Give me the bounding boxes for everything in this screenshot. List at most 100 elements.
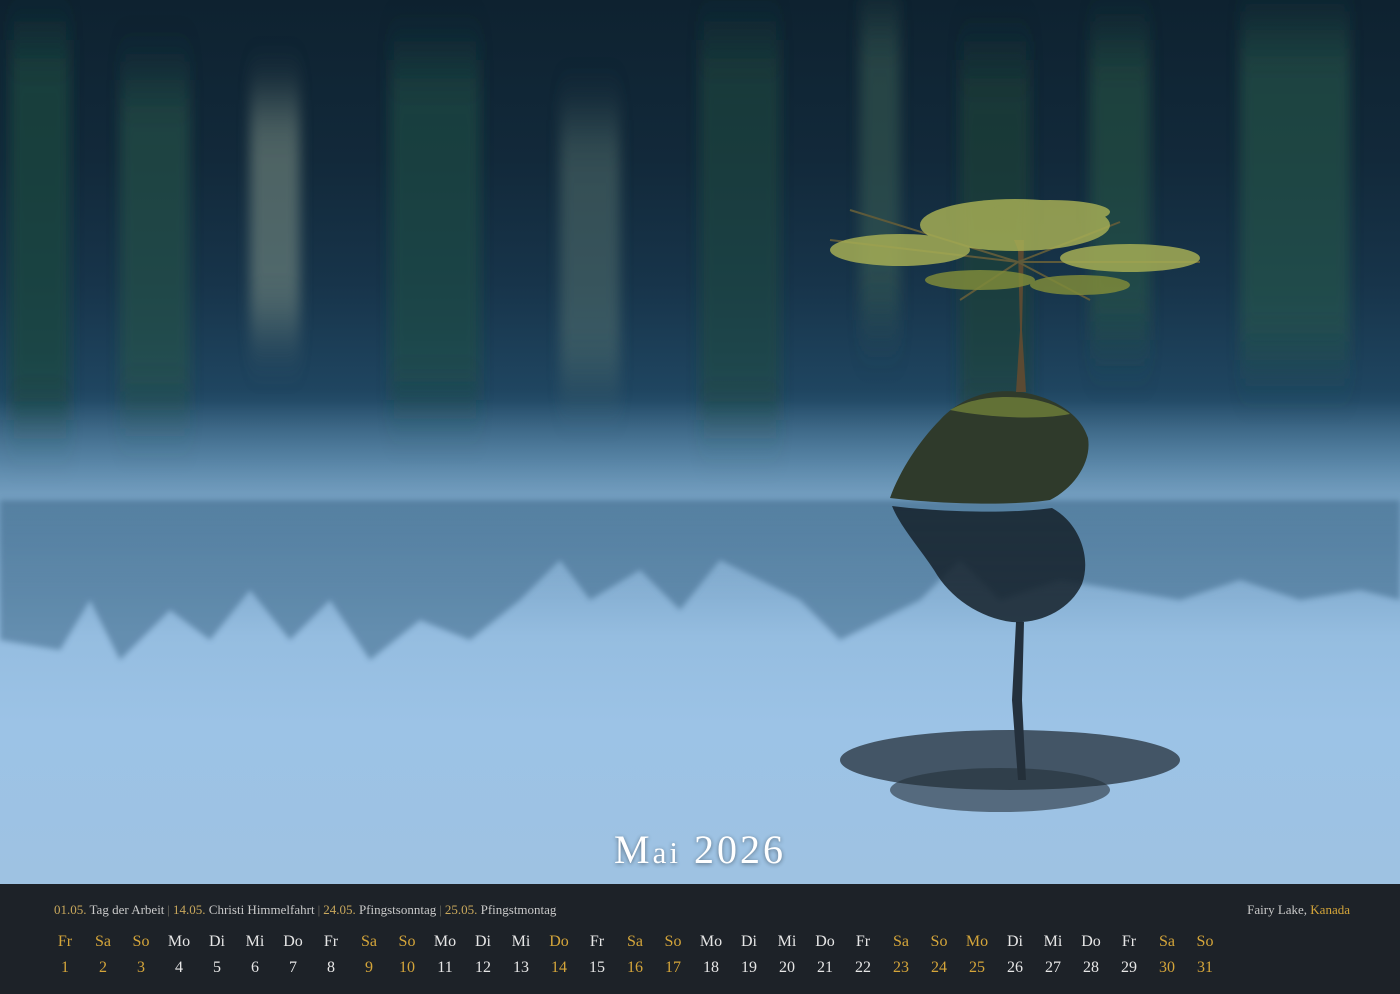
- weekday-label: Di: [741, 933, 757, 950]
- holiday-date: 25.05.: [444, 902, 478, 917]
- treeline-reflection: [0, 500, 1400, 660]
- holiday-date: 24.05.: [323, 902, 356, 917]
- weekday-label: So: [930, 933, 948, 950]
- lake-scene: [0, 20, 1400, 812]
- location-place: Fairy Lake,: [1247, 902, 1308, 917]
- day-column: Mi 13: [502, 932, 540, 978]
- lake-photo: Mai 2026: [0, 0, 1400, 884]
- day-number: 13: [513, 959, 529, 976]
- holiday-date: 14.05.: [173, 902, 206, 917]
- holiday-name: Pfingstsonntag: [355, 902, 437, 917]
- day-column: So 31: [1186, 932, 1224, 978]
- weekday-label: Mi: [511, 933, 531, 950]
- day-number: 26: [1007, 959, 1023, 976]
- day-row: Fr 1 Sa 2 So 3 Mo 4 Di 5 Mi 6 Do 7 Fr 8 Sa 9 So 10 Mo 11 Di 12 M…: [46, 932, 1224, 978]
- day-number: 19: [741, 959, 757, 976]
- weekday-label: Do: [815, 933, 835, 950]
- day-column: So 10: [388, 932, 426, 978]
- weekday-label: Fr: [57, 933, 73, 950]
- day-number: 29: [1121, 959, 1137, 976]
- day-number: 9: [365, 959, 373, 976]
- weekday-label: Di: [475, 933, 491, 950]
- day-number: 3: [137, 959, 145, 976]
- day-number: 5: [213, 959, 221, 976]
- day-column: Do 14: [540, 932, 578, 978]
- day-column: Sa 30: [1148, 932, 1186, 978]
- weekday-label: Fr: [855, 933, 871, 950]
- day-column: So 17: [654, 932, 692, 978]
- holiday-separator: |: [167, 902, 171, 917]
- weekday-label: Mi: [1043, 933, 1063, 950]
- day-column: Fr 22: [844, 932, 882, 978]
- weekday-label: Mo: [965, 933, 989, 950]
- day-number: 21: [817, 959, 833, 976]
- day-number: 14: [551, 959, 567, 976]
- day-column: Di 5: [198, 932, 236, 978]
- day-column: Sa 23: [882, 932, 920, 978]
- weekday-label: Sa: [627, 933, 643, 950]
- day-number: 20: [779, 959, 795, 976]
- day-column: Mo 4: [160, 932, 198, 978]
- holiday-separator: |: [317, 902, 321, 917]
- day-column: So 24: [920, 932, 958, 978]
- tree-reflection: [840, 622, 1180, 812]
- holiday-name: Tag der Arbeit: [86, 902, 165, 917]
- weekday-label: Di: [1007, 933, 1023, 950]
- day-number: 24: [931, 959, 947, 976]
- weekday-label: Di: [209, 933, 225, 950]
- day-column: Mi 27: [1034, 932, 1072, 978]
- weekday-label: Sa: [1159, 933, 1175, 950]
- weekday-label: Mi: [245, 933, 265, 950]
- calendar-strip: 01.05. Tag der Arbeit | 14.05. Christi Him…: [0, 884, 1400, 994]
- day-column: Sa 2: [84, 932, 122, 978]
- day-column: Sa 16: [616, 932, 654, 978]
- weekday-label: Fr: [589, 933, 605, 950]
- day-column: Mo 11: [426, 932, 464, 978]
- day-number: 18: [703, 959, 719, 976]
- weekday-label: Sa: [95, 933, 111, 950]
- day-column: Di 12: [464, 932, 502, 978]
- location-country: Kanada: [1310, 902, 1350, 917]
- weekday-label: Fr: [323, 933, 339, 950]
- weekday-label: Mo: [433, 933, 457, 950]
- weekday-label: Do: [549, 933, 569, 950]
- day-column: Fr 29: [1110, 932, 1148, 978]
- weekday-label: Mo: [699, 933, 723, 950]
- day-number: 1: [61, 959, 69, 976]
- holidays-line: 01.05. Tag der Arbeit | 14.05. Christi Him…: [54, 902, 556, 918]
- day-column: Fr 15: [578, 932, 616, 978]
- title-initial: M: [614, 827, 653, 872]
- day-number: 11: [437, 959, 453, 976]
- photo-location: Fairy Lake, Kanada: [1247, 902, 1350, 918]
- forest-streaks: [10, 20, 1350, 420]
- day-column: So 3: [122, 932, 160, 978]
- day-column: Di 19: [730, 932, 768, 978]
- title-year: 2026: [693, 827, 786, 872]
- day-column: Di 26: [996, 932, 1034, 978]
- day-column: Sa 9: [350, 932, 388, 978]
- day-column: Fr 1: [46, 932, 84, 978]
- day-column: Do 7: [274, 932, 312, 978]
- day-number: 8: [327, 959, 335, 976]
- page-title: Mai 2026: [0, 826, 1400, 873]
- day-column: Mi 6: [236, 932, 274, 978]
- day-number: 23: [893, 959, 909, 976]
- day-number: 10: [399, 959, 415, 976]
- day-number: 25: [969, 959, 985, 976]
- weekday-label: Mi: [777, 933, 797, 950]
- day-column: Do 28: [1072, 932, 1110, 978]
- weekday-label: Sa: [361, 933, 377, 950]
- day-number: 31: [1197, 959, 1213, 976]
- holiday-name: Christi Himmelfahrt: [205, 902, 315, 917]
- day-column: Mo 18: [692, 932, 730, 978]
- day-number: 27: [1045, 959, 1061, 976]
- day-number: 28: [1083, 959, 1099, 976]
- weekday-label: Sa: [893, 933, 909, 950]
- day-column: Fr 8: [312, 932, 350, 978]
- day-number: 7: [289, 959, 297, 976]
- day-column: Mi 20: [768, 932, 806, 978]
- weekday-label: Fr: [1121, 933, 1137, 950]
- holiday-date: 01.05.: [54, 902, 87, 917]
- weekday-label: So: [132, 933, 150, 950]
- day-number: 15: [589, 959, 605, 976]
